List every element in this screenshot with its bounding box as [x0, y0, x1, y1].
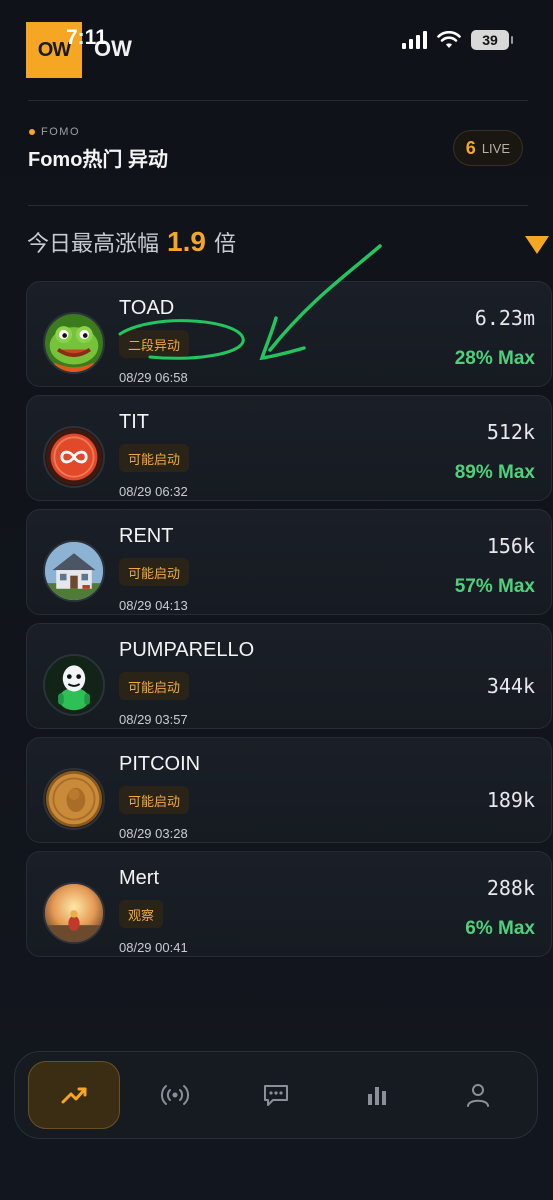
trending-icon — [61, 1087, 87, 1104]
summary-prefix: 今日最高涨幅 — [27, 231, 160, 256]
status-time: 7:11 — [66, 26, 107, 49]
token-name: RENT — [119, 525, 174, 547]
live-count-badge[interactable]: 6 LIVE — [452, 130, 523, 166]
broadcast-icon — [160, 1085, 189, 1105]
max-gain: 28% Max — [454, 348, 535, 369]
token-card-pumparello[interactable]: PUMPARELLO 可能启动 08/29 03:57 344k — [26, 623, 552, 729]
system-icons: 39 — [402, 30, 513, 50]
frog-avatar-icon — [43, 312, 105, 374]
token-name: Mert — [119, 867, 159, 889]
token-timestamp: 08/29 06:58 — [119, 370, 188, 385]
gold-coin-icon — [43, 768, 105, 830]
signal-tag: 观察 — [119, 900, 164, 928]
token-timestamp: 08/29 03:28 — [119, 826, 188, 841]
signal-tag: 可能启动 — [119, 558, 190, 586]
tab-messages[interactable] — [230, 1061, 322, 1129]
chart-icon — [368, 1087, 387, 1105]
max-gain: 6% Max — [465, 918, 535, 939]
tab-stats[interactable] — [331, 1061, 423, 1129]
signal-tag: 二段异动 — [119, 330, 190, 358]
market-cap: 512k — [486, 420, 535, 444]
orange-dot-icon — [29, 129, 35, 135]
tab-profile[interactable] — [432, 1061, 524, 1129]
sunset-icon — [43, 882, 105, 944]
token-timestamp: 08/29 04:13 — [119, 598, 188, 613]
sort-down-arrow-icon[interactable] — [525, 236, 549, 254]
wifi-icon — [437, 31, 461, 48]
token-name: PUMPARELLO — [119, 639, 255, 661]
house-icon — [43, 540, 105, 602]
summary-multiplier: 1.9 — [167, 226, 206, 257]
market-cap: 189k — [486, 788, 535, 812]
divider — [28, 205, 528, 206]
tab-broadcast[interactable] — [129, 1061, 221, 1129]
market-cap: 288k — [486, 876, 535, 900]
token-card-rent[interactable]: RENT 可能启动 08/29 04:13 156k 57% Max — [26, 509, 552, 615]
fomo-screen: OW OW 7:11 39 FOMO Fomo热门 异动 6 LIVE 今日最高… — [0, 0, 553, 1200]
live-count: 6 — [465, 137, 476, 158]
max-gain: 57% Max — [454, 576, 535, 597]
cellular-signal-icon — [402, 31, 427, 49]
token-card-tit[interactable]: TIT 可能启动 08/29 06:32 512k 89% Max — [26, 395, 552, 501]
token-card-pitcoin[interactable]: PITCOIN 可能启动 08/29 03:28 189k — [26, 737, 552, 843]
token-timestamp: 08/29 03:57 — [119, 712, 188, 727]
section-tag-label: FOMO — [41, 126, 80, 138]
signal-tag: 可能启动 — [119, 786, 190, 814]
token-timestamp: 08/29 06:32 — [119, 484, 188, 499]
infinity-coin-icon — [43, 426, 105, 488]
max-gain: 89% Max — [454, 462, 535, 483]
bottom-tab-bar — [14, 1051, 538, 1139]
mascot-icon — [43, 654, 105, 716]
market-cap: 344k — [486, 674, 535, 698]
status-bar: OW OW 7:11 39 — [0, 0, 553, 90]
token-name: PITCOIN — [119, 753, 201, 775]
signal-tag: 可能启动 — [119, 444, 190, 472]
token-list: TOAD 二段异动 08/29 06:58 6.23m 28% Max TIT … — [26, 281, 552, 965]
token-card-mert[interactable]: Mert 观察 08/29 00:41 288k 6% Max — [26, 851, 552, 957]
profile-icon — [467, 1084, 490, 1107]
token-name: TOAD — [119, 297, 175, 319]
signal-tag: 可能启动 — [119, 672, 190, 700]
token-card-toad[interactable]: TOAD 二段异动 08/29 06:58 6.23m 28% Max — [26, 281, 552, 387]
daily-max-gain-summary: 今日最高涨幅 1.9 倍 — [27, 226, 236, 258]
page-title: Fomo热门 异动 — [28, 149, 168, 171]
market-cap: 156k — [486, 534, 535, 558]
tab-trending[interactable] — [27, 1061, 120, 1129]
summary-suffix: 倍 — [213, 231, 236, 256]
section-tag: FOMO — [29, 126, 80, 138]
divider — [28, 100, 528, 101]
chat-icon — [263, 1085, 288, 1106]
token-name: TIT — [119, 411, 149, 433]
token-timestamp: 08/29 00:41 — [119, 940, 188, 955]
battery-icon: 39 — [471, 30, 513, 50]
live-label: LIVE — [481, 140, 510, 156]
market-cap: 6.23m — [474, 306, 535, 330]
